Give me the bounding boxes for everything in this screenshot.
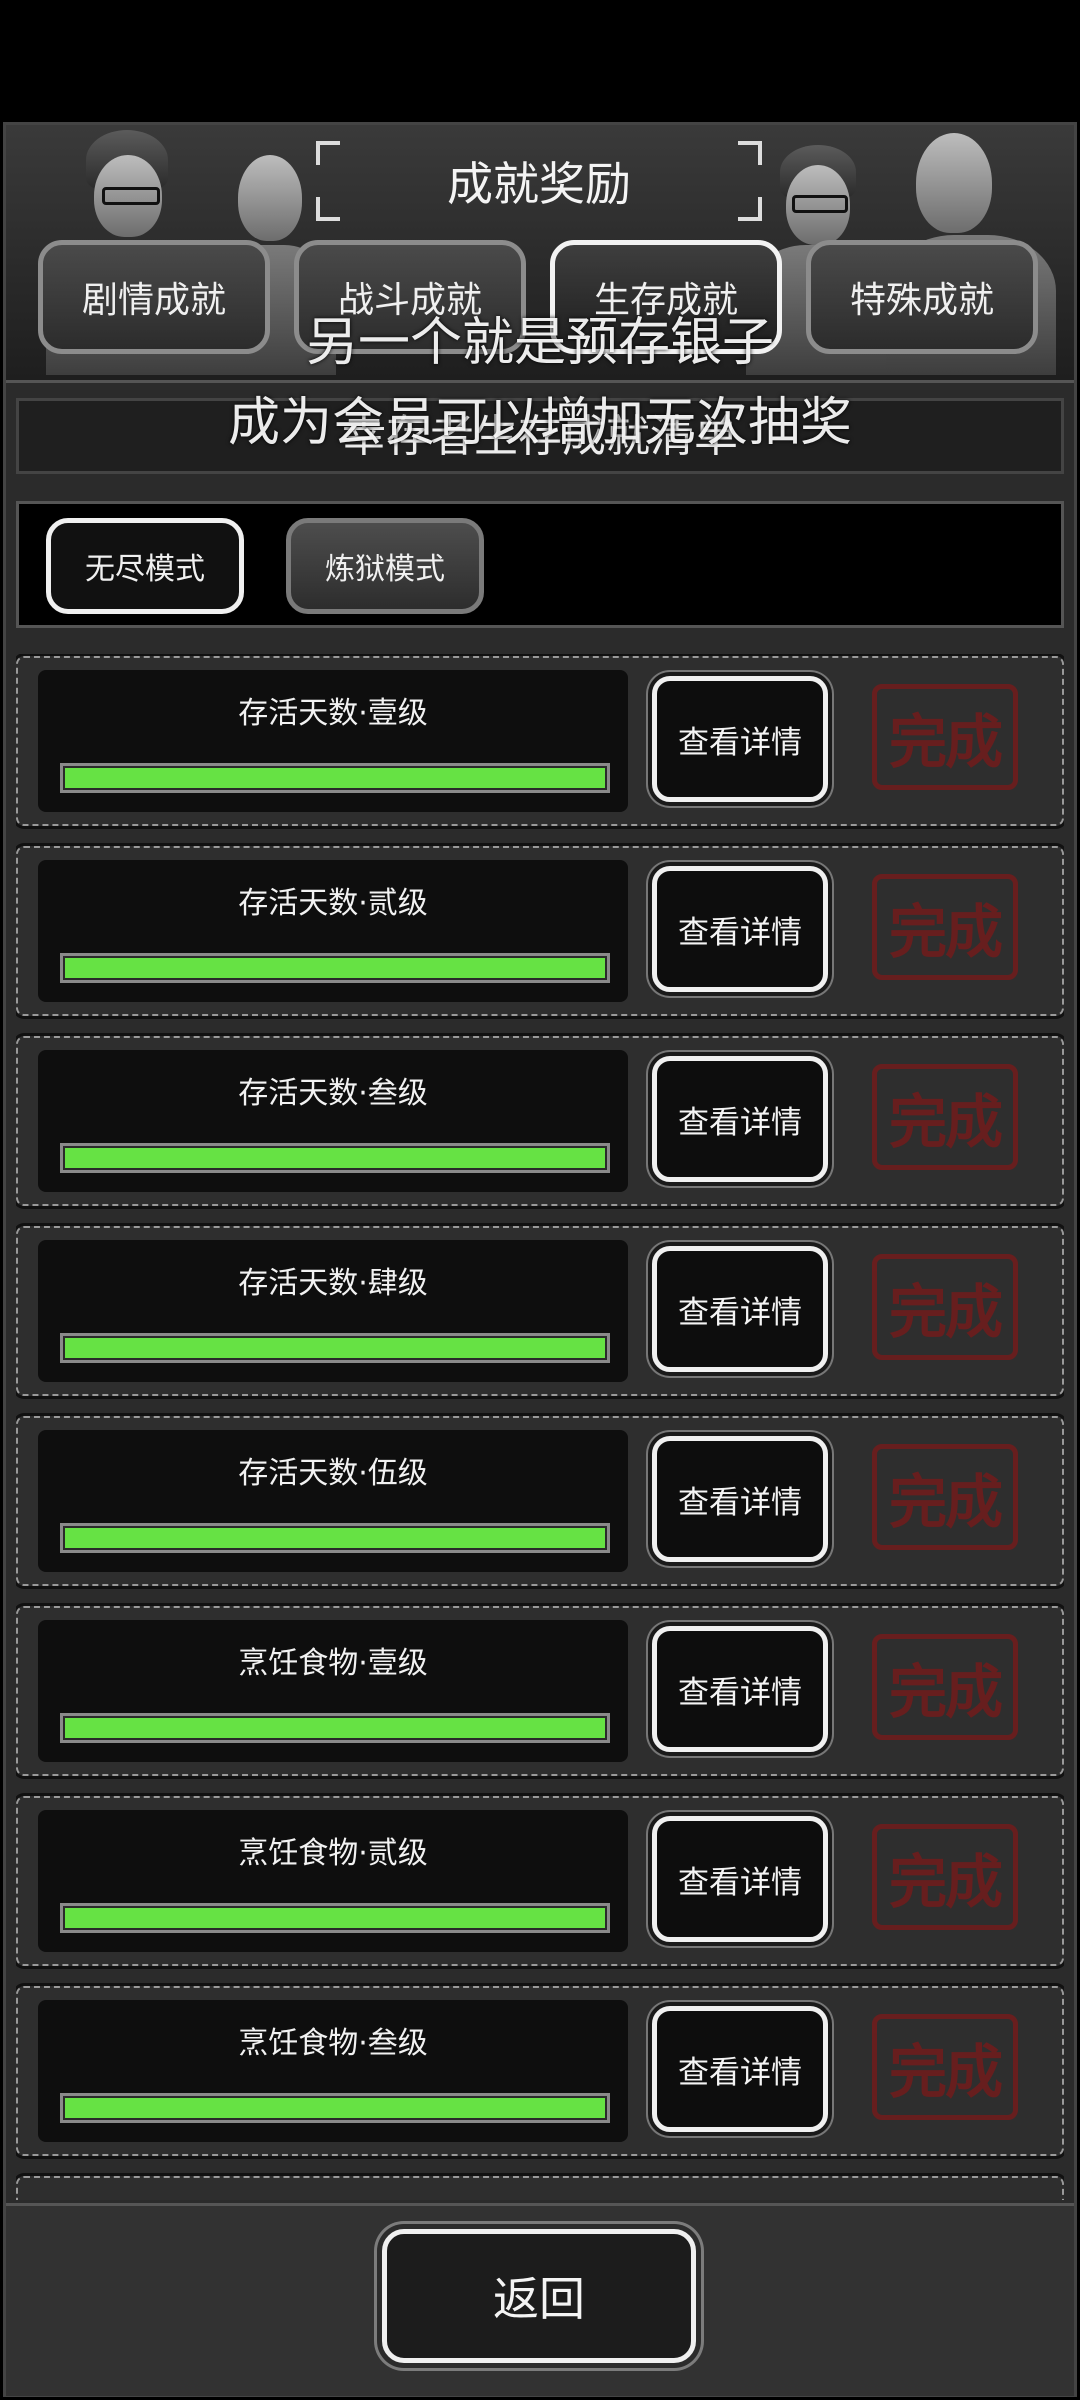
achievement-name: 存活天数·贰级	[238, 886, 428, 921]
progress-bar	[60, 1713, 610, 1743]
achievement-info: 存活天数·叁级	[38, 1050, 628, 1192]
endless-mode-button[interactable]: 无尽模式	[46, 518, 244, 614]
achievement-info: 存活天数·伍级	[38, 1430, 628, 1572]
achievement-card: 烹饪食物·叁级 查看详情 完成	[16, 1986, 1064, 2156]
achievement-card: 存活天数·贰级 查看详情 完成	[16, 846, 1064, 1016]
progress-fill	[65, 1718, 605, 1738]
completed-stamp: 完成	[872, 684, 1018, 790]
caption-overlay-line1: 另一个就是预存银子	[305, 313, 774, 373]
view-details-button[interactable]: 查看详情	[652, 676, 828, 802]
view-details-button[interactable]: 查看详情	[652, 866, 828, 992]
glasses-image	[792, 195, 848, 213]
achievement-card-partial	[16, 2176, 1064, 2200]
achievement-list[interactable]: 存活天数·壹级 查看详情 完成 存活天数·贰级 查看详情 完成 存活天数·叁级 …	[16, 654, 1064, 2200]
goggles-image	[102, 187, 160, 205]
achievement-card: 烹饪食物·贰级 查看详情 完成	[16, 1796, 1064, 1966]
hell-mode-button[interactable]: 炼狱模式	[286, 518, 484, 614]
achievement-name: 烹饪食物·叁级	[238, 2026, 428, 2061]
achievement-card: 烹饪食物·壹级 查看详情 完成	[16, 1606, 1064, 1776]
back-button[interactable]: 返回	[382, 2229, 696, 2363]
progress-bar	[60, 1143, 610, 1173]
caption-overlay-line2: 成为会员可以增加无次抽奖	[227, 393, 852, 453]
completed-stamp: 完成	[872, 874, 1018, 980]
achievement-name: 存活天数·肆级	[238, 1266, 428, 1301]
progress-fill	[65, 768, 605, 788]
view-details-button[interactable]: 查看详情	[652, 1816, 828, 1942]
achievement-name: 烹饪食物·壹级	[238, 1646, 428, 1681]
survivor-portrait-image	[238, 155, 302, 241]
achievement-info: 烹饪食物·壹级	[38, 1620, 628, 1762]
title-frame: 成就奖励	[316, 141, 762, 221]
progress-fill	[65, 1338, 605, 1358]
completed-stamp: 完成	[872, 1634, 1018, 1740]
achievement-name: 存活天数·伍级	[238, 1456, 428, 1491]
achievement-info: 存活天数·壹级	[38, 670, 628, 812]
view-details-button[interactable]: 查看详情	[652, 2006, 828, 2132]
page-title: 成就奖励	[447, 157, 631, 211]
view-details-button[interactable]: 查看详情	[652, 1436, 828, 1562]
achievement-name: 存活天数·叁级	[238, 1076, 428, 1111]
status-bar	[0, 0, 1080, 122]
completed-stamp: 完成	[872, 1824, 1018, 1930]
achievement-name: 存活天数·壹级	[238, 696, 428, 731]
achievement-card: 存活天数·肆级 查看详情 完成	[16, 1226, 1064, 1396]
progress-bar	[60, 1523, 610, 1553]
completed-stamp: 完成	[872, 2014, 1018, 2120]
progress-fill	[65, 1908, 605, 1928]
progress-fill	[65, 958, 605, 978]
achievement-card: 存活天数·伍级 查看详情 完成	[16, 1416, 1064, 1586]
achievement-info: 烹饪食物·叁级	[38, 2000, 628, 2142]
progress-bar	[60, 1903, 610, 1933]
achievement-info: 烹饪食物·贰级	[38, 1810, 628, 1952]
progress-fill	[65, 1148, 605, 1168]
completed-stamp: 完成	[872, 1254, 1018, 1360]
progress-fill	[65, 1528, 605, 1548]
progress-bar	[60, 1333, 610, 1363]
achievement-info: 存活天数·贰级	[38, 860, 628, 1002]
achievement-name: 烹饪食物·贰级	[238, 1836, 428, 1871]
achievement-info: 存活天数·肆级	[38, 1240, 628, 1382]
completed-stamp: 完成	[872, 1444, 1018, 1550]
progress-bar	[60, 763, 610, 793]
view-details-button[interactable]: 查看详情	[652, 1246, 828, 1372]
survivor-portrait-image	[916, 133, 992, 233]
view-details-button[interactable]: 查看详情	[652, 1056, 828, 1182]
completed-stamp: 完成	[872, 1064, 1018, 1170]
progress-fill	[65, 2098, 605, 2118]
progress-bar	[60, 953, 610, 983]
achievement-card: 存活天数·壹级 查看详情 完成	[16, 656, 1064, 826]
achievement-card: 存活天数·叁级 查看详情 完成	[16, 1036, 1064, 1206]
progress-bar	[60, 2093, 610, 2123]
view-details-button[interactable]: 查看详情	[652, 1626, 828, 1752]
